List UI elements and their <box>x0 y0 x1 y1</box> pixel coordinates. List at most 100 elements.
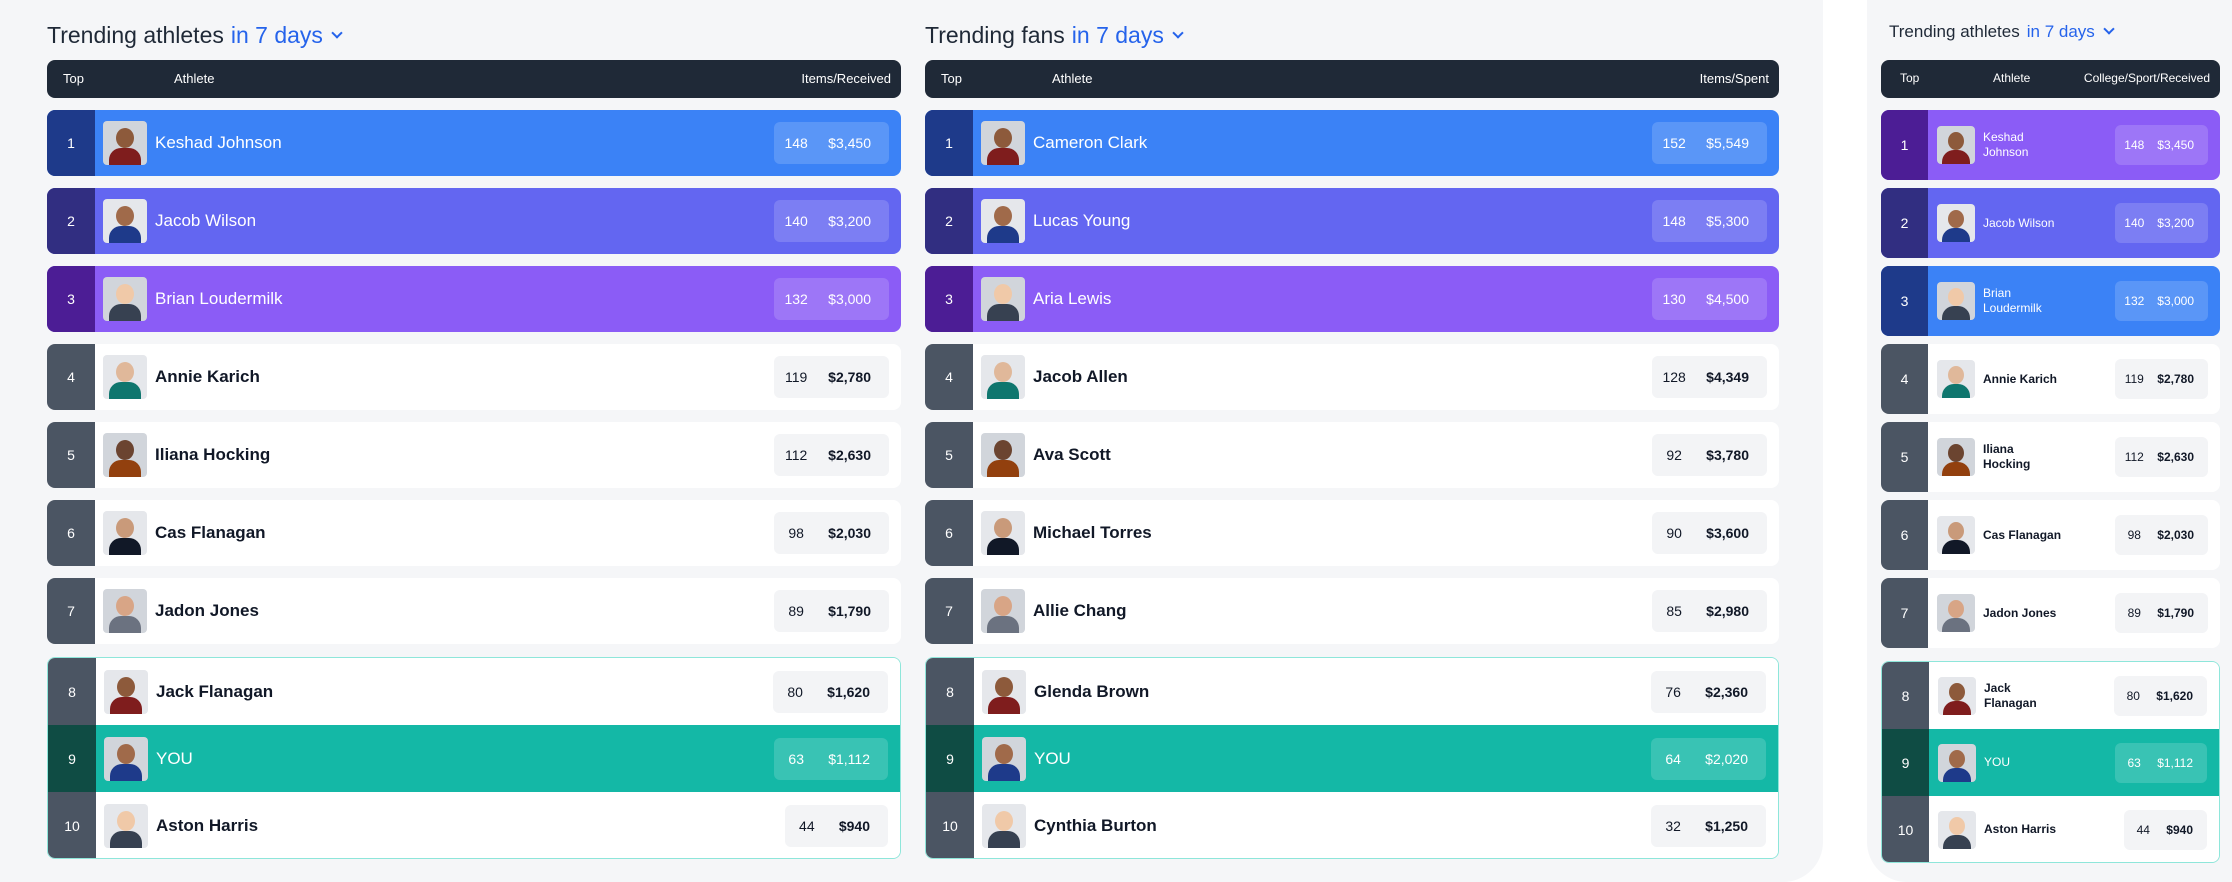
items-count: 92 <box>1666 447 1682 463</box>
stats-box: 80 $1,620 <box>2114 675 2207 716</box>
stats-box: 76 $2,360 <box>1651 670 1766 713</box>
stats-box: 132 $3,000 <box>2115 281 2208 321</box>
column-athlete: Athlete <box>174 71 215 86</box>
items-count: 140 <box>2124 216 2145 230</box>
leaderboard-row[interactable]: 8 Jack Flanagan 80 $1,620 <box>1882 662 2219 729</box>
athlete-name: Annie Karich <box>155 367 260 386</box>
stats-box: 90 $3,600 <box>1652 512 1767 554</box>
time-range-dropdown[interactable]: in 7 days <box>2026 22 2115 42</box>
leaderboard-row[interactable]: 2 Lucas Young 148 $5,300 <box>925 188 1779 254</box>
rank-number: 8 <box>926 658 974 725</box>
leaderboard-row[interactable]: 2 Jacob Wilson 140 $3,200 <box>1881 188 2220 258</box>
column-top: Top <box>941 71 962 86</box>
leaderboard-row[interactable]: 9 YOU 64 $2,020 <box>926 725 1778 792</box>
amount-value: $1,620 <box>2156 688 2193 703</box>
amount-value: $2,980 <box>1706 603 1749 619</box>
stats-box: 63 $1,112 <box>774 737 888 780</box>
panel-title: Trending athletes in 7 days <box>47 22 343 49</box>
leaderboard-row[interactable]: 4 Annie Karich 119 $2,780 <box>1881 344 2220 414</box>
leaderboard-row[interactable]: 9 YOU 63 $1,112 <box>1882 729 2219 796</box>
athlete-name: Brian Loudermilk <box>155 289 283 308</box>
leaderboard-row[interactable]: 8 Jack Flanagan 80 $1,620 <box>48 658 900 725</box>
athlete-name: YOU <box>1984 755 2011 769</box>
amount-value: $3,600 <box>1706 525 1749 541</box>
fans-leaderboard: Trending fans in 7 days Top Athlete Item… <box>925 0 1779 882</box>
time-range-label: in 7 days <box>2026 22 2095 41</box>
athlete-name: Keshad Johnson <box>1983 130 2029 159</box>
leaderboard-row[interactable]: 6 Cas Flanagan 98 $2,030 <box>47 500 901 566</box>
stats-box: 44 $940 <box>2124 809 2207 850</box>
items-count: 89 <box>788 603 804 619</box>
rank-number: 7 <box>925 578 973 644</box>
rank-number: 8 <box>1882 662 1929 729</box>
avatar <box>1937 204 1975 242</box>
rank-number: 7 <box>47 578 95 644</box>
rank-number: 6 <box>47 500 95 566</box>
time-range-dropdown[interactable]: in 7 days <box>1072 22 1184 49</box>
leaderboard-row[interactable]: 5 Iliana Hocking 112 $2,630 <box>1881 422 2220 492</box>
leaderboard-row[interactable]: 4 Annie Karich 119 $2,780 <box>47 344 901 410</box>
leaderboard-row[interactable]: 5 Iliana Hocking 112 $2,630 <box>47 422 901 488</box>
items-count: 98 <box>2127 528 2141 542</box>
athlete-name: Michael Torres <box>1033 523 1152 542</box>
athlete-name: Cameron Clark <box>1033 133 1148 152</box>
amount-value: $4,500 <box>1706 291 1749 307</box>
athlete-name: Cas Flanagan <box>155 523 266 542</box>
athlete-name: Keshad Johnson <box>155 133 282 152</box>
amount-value: $5,300 <box>1706 213 1749 229</box>
leaderboard-row[interactable]: 1 Keshad Johnson 148 $3,450 <box>47 110 901 176</box>
leaderboard-row[interactable]: 1 Cameron Clark 152 $5,549 <box>925 110 1779 176</box>
items-count: 85 <box>1666 603 1682 619</box>
avatar <box>103 199 147 243</box>
rank-number: 4 <box>1881 344 1928 414</box>
leaderboard-row[interactable]: 1 Keshad Johnson 148 $3,450 <box>1881 110 2220 180</box>
leaderboard-row[interactable]: 2 Jacob Wilson 140 $3,200 <box>47 188 901 254</box>
time-range-dropdown[interactable]: in 7 days <box>231 22 343 49</box>
leaderboard-row[interactable]: 10 Aston Harris 44 $940 <box>48 792 900 858</box>
stats-box: 64 $2,020 <box>1651 737 1766 780</box>
rank-number: 6 <box>1881 500 1928 570</box>
items-count: 89 <box>2127 606 2141 620</box>
stats-box: 148 $5,300 <box>1652 200 1767 242</box>
rank-number: 10 <box>48 792 96 858</box>
panel-title-text: Trending athletes <box>47 22 224 48</box>
stats-box: 98 $2,030 <box>774 512 889 554</box>
items-count: 152 <box>1662 135 1686 151</box>
items-count: 132 <box>784 291 808 307</box>
leaderboard-row[interactable]: 10 Aston Harris 44 $940 <box>1882 796 2219 862</box>
leaderboard-row[interactable]: 6 Cas Flanagan 98 $2,030 <box>1881 500 2220 570</box>
avatar <box>982 803 1026 848</box>
leaderboard-row[interactable]: 6 Michael Torres 90 $3,600 <box>925 500 1779 566</box>
leaderboard-row[interactable]: 7 Allie Chang 85 $2,980 <box>925 578 1779 644</box>
leaderboard-row[interactable]: 3 Brian Loudermilk 132 $3,000 <box>1881 266 2220 336</box>
amount-value: $2,360 <box>1705 683 1748 700</box>
leaderboard-row[interactable]: 3 Aria Lewis 130 $4,500 <box>925 266 1779 332</box>
leaderboard-row[interactable]: 7 Jadon Jones 89 $1,790 <box>47 578 901 644</box>
stats-box: 140 $3,200 <box>774 200 889 242</box>
rank-number: 3 <box>47 266 95 332</box>
leaderboard-row[interactable]: 5 Ava Scott 92 $3,780 <box>925 422 1779 488</box>
rank-number: 1 <box>925 110 973 176</box>
amount-value: $940 <box>2166 822 2193 837</box>
leaderboard-row[interactable]: 7 Jadon Jones 89 $1,790 <box>1881 578 2220 648</box>
stats-box: 80 $1,620 <box>773 670 888 713</box>
leaderboard-row[interactable]: 10 Cynthia Burton 32 $1,250 <box>926 792 1778 858</box>
leaderboard-row[interactable]: 9 YOU 63 $1,112 <box>48 725 900 792</box>
avatar <box>103 277 147 321</box>
leaderboard-row[interactable]: 4 Jacob Allen 128 $4,349 <box>925 344 1779 410</box>
avatar <box>1938 743 1976 782</box>
amount-value: $3,000 <box>2157 294 2194 308</box>
athlete-name: YOU <box>156 748 193 768</box>
table-header: Top Athlete Items/Received <box>47 60 901 98</box>
amount-value: $2,030 <box>2157 528 2194 542</box>
amount-value: $1,790 <box>828 603 871 619</box>
leaderboard-row[interactable]: 8 Glenda Brown 76 $2,360 <box>926 658 1778 725</box>
your-position-group: 8 Jack Flanagan 80 $1,620 9 YOU 63 $1,112 10 Asto… <box>47 657 901 859</box>
stats-box: 112 $2,630 <box>2115 437 2208 477</box>
rank-number: 3 <box>925 266 973 332</box>
leaderboard-row[interactable]: 3 Brian Loudermilk 132 $3,000 <box>47 266 901 332</box>
rank-number: 4 <box>47 344 95 410</box>
panel-title: Trending athletes in 7 days <box>1889 22 2115 42</box>
avatar <box>1937 438 1975 476</box>
avatar <box>103 355 147 399</box>
